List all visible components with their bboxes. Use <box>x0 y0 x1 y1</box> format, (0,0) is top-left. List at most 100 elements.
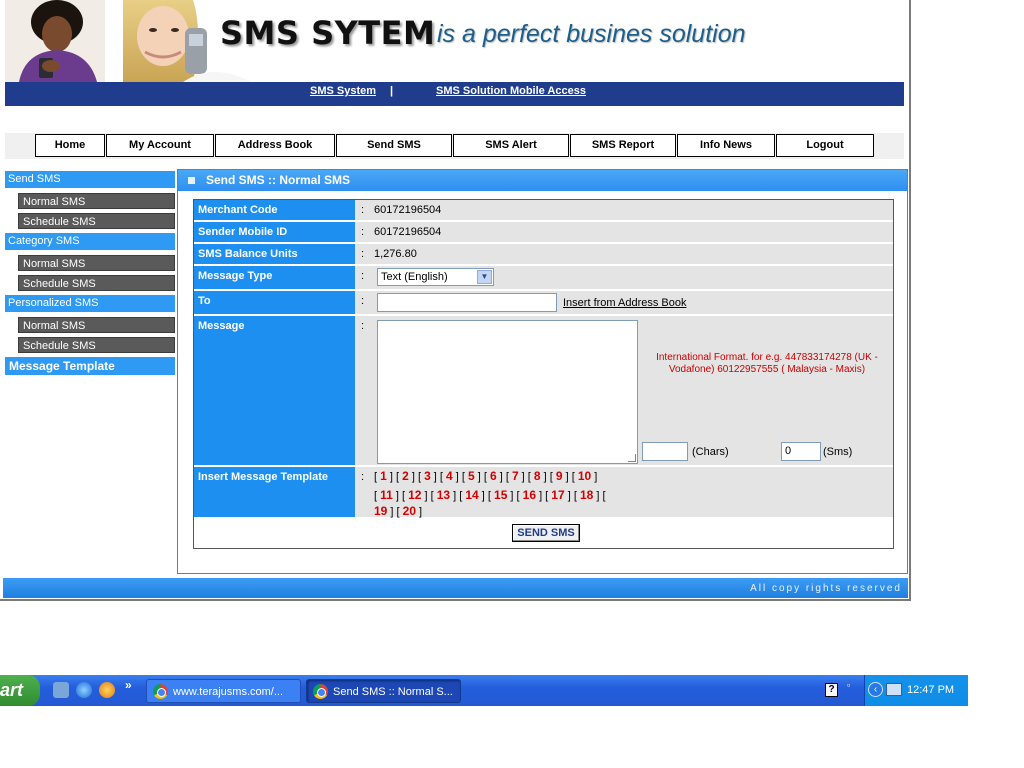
message-textarea[interactable] <box>377 320 638 464</box>
menu-info-news-button[interactable]: Info News <box>677 134 775 157</box>
colon: : <box>361 471 365 483</box>
sidebar-category-normal-sms[interactable]: Normal SMS <box>18 255 175 271</box>
template-link-18[interactable]: 18 <box>580 488 593 502</box>
quick-launch-chevron-icon[interactable]: » <box>125 678 132 692</box>
template-link-20[interactable]: 20 <box>403 504 416 518</box>
send-sms-form: Merchant Code : 60172196504 Sender Mobil… <box>193 199 894 549</box>
start-button[interactable]: art <box>0 675 40 706</box>
show-desktop-icon[interactable] <box>53 682 69 698</box>
row-merchant-code: Merchant Code : 60172196504 <box>194 200 893 221</box>
sms-label: (Sms) <box>823 446 853 458</box>
panel-title-text: Send SMS :: Normal SMS <box>206 173 351 187</box>
chars-count-input[interactable] <box>642 442 688 461</box>
site-banner: SMS SYTEM is a perfect busines solution <box>5 0 905 82</box>
sms-balance-label: SMS Balance Units <box>194 244 355 264</box>
chars-label: (Chars) <box>692 446 729 458</box>
network-icon[interactable] <box>886 683 902 696</box>
row-message-type: Message Type : Text (English) ▼ <box>194 266 893 290</box>
banner-photo-woman-phone <box>5 0 105 82</box>
merchant-code-value: 60172196504 <box>374 204 442 216</box>
send-sms-button[interactable]: SEND SMS <box>512 524 580 542</box>
template-link-16[interactable]: 16 <box>523 488 536 502</box>
sidebar-personalized-schedule-sms[interactable]: Schedule SMS <box>18 337 175 353</box>
template-link-10[interactable]: 10 <box>578 469 591 483</box>
template-link-17[interactable]: 17 <box>551 488 564 502</box>
sidebar-send-sms[interactable]: Send SMS <box>5 171 175 188</box>
top-link-sms-system[interactable]: SMS System <box>310 85 376 97</box>
insert-from-address-book-link[interactable]: Insert from Address Book <box>563 297 687 309</box>
tray-collapse-icon[interactable]: ‹ <box>868 682 883 697</box>
chrome-icon <box>313 684 328 699</box>
brand-tagline: is a perfect busines solution <box>437 20 746 48</box>
message-type-label: Message Type <box>194 266 355 289</box>
sender-mobile-id-value: 60172196504 <box>374 226 442 238</box>
sidebar-send-normal-sms[interactable]: Normal SMS <box>18 193 175 209</box>
template-link-6[interactable]: 6 <box>490 469 497 483</box>
to-input[interactable] <box>377 293 557 312</box>
template-link-3[interactable]: 3 <box>424 469 431 483</box>
template-link-14[interactable]: 14 <box>465 488 478 502</box>
sms-count-input[interactable]: 0 <box>781 442 821 461</box>
task-button-terajusms[interactable]: www.terajusms.com/... <box>146 679 301 703</box>
menu-sms-report-button[interactable]: SMS Report <box>570 134 676 157</box>
sidebar-message-template[interactable]: Message Template <box>5 357 175 375</box>
windows-taskbar: art » www.terajusms.com/... Send SMS :: … <box>0 675 968 706</box>
row-message: Message : International Format. for e.g.… <box>194 316 893 466</box>
row-insert-template: Insert Message Template : [ 1 ] [ 2 ] [ … <box>194 467 893 518</box>
menu-logout-button[interactable]: Logout <box>776 134 874 157</box>
colon: : <box>361 295 365 307</box>
media-player-icon[interactable] <box>99 682 115 698</box>
colon: : <box>361 248 365 260</box>
task-label-terajusms: www.terajusms.com/... <box>173 686 284 698</box>
colon: : <box>361 270 365 282</box>
sidebar-category-sms[interactable]: Category SMS <box>5 233 175 250</box>
colon: : <box>361 204 365 216</box>
template-link-5[interactable]: 5 <box>468 469 475 483</box>
help-icon[interactable]: ? <box>825 683 838 697</box>
task-button-send-sms[interactable]: Send SMS :: Normal S... <box>306 679 461 703</box>
sidebar-send-schedule-sms[interactable]: Schedule SMS <box>18 213 175 229</box>
template-link-7[interactable]: 7 <box>512 469 519 483</box>
brand-title: SMS SYTEM <box>220 14 436 52</box>
template-link-1[interactable]: 1 <box>380 469 387 483</box>
row-to: To : Insert from Address Book <box>194 291 893 315</box>
template-link-11[interactable]: 11 <box>380 488 393 502</box>
top-nav: SMS System | SMS Solution Mobile Access <box>5 82 904 106</box>
sidebar-category-schedule-sms[interactable]: Schedule SMS <box>18 275 175 291</box>
template-link-4[interactable]: 4 <box>446 469 453 483</box>
insert-template-label: Insert Message Template <box>194 467 355 517</box>
menu-address-book-button[interactable]: Address Book <box>215 134 335 157</box>
merchant-code-label: Merchant Code <box>194 200 355 220</box>
browser-page: SMS SYTEM is a perfect busines solution … <box>0 0 911 601</box>
template-link-19[interactable]: 19 <box>374 504 387 518</box>
row-sender-mobile-id: Sender Mobile ID : 60172196504 <box>194 222 893 243</box>
template-link-9[interactable]: 9 <box>556 469 563 483</box>
to-label: To <box>194 291 355 314</box>
panel-title: Send SMS :: Normal SMS <box>178 170 907 191</box>
language-bar-icon[interactable]: ▫ <box>847 680 856 694</box>
site-footer: All copy rights reserved <box>3 578 908 598</box>
task-label-send-sms: Send SMS :: Normal S... <box>333 686 453 698</box>
taskbar-clock: 12:47 PM <box>907 684 955 696</box>
message-type-select[interactable]: Text (English) ▼ <box>377 268 494 286</box>
template-link-13[interactable]: 13 <box>437 488 450 502</box>
resize-grip-icon[interactable] <box>628 454 636 462</box>
template-link-12[interactable]: 12 <box>408 488 421 502</box>
menu-sms-alert-button[interactable]: SMS Alert <box>453 134 569 157</box>
template-links: [ 1 ] [ 2 ] [ 3 ] [ 4 ] [ 5 ] [ 6 ] [ 7 … <box>374 469 606 518</box>
colon: : <box>361 226 365 238</box>
template-link-15[interactable]: 15 <box>494 488 507 502</box>
menu-my-account-button[interactable]: My Account <box>106 134 214 157</box>
chevron-down-icon[interactable]: ▼ <box>477 270 492 284</box>
template-link-2[interactable]: 2 <box>402 469 409 483</box>
chrome-icon <box>153 684 168 699</box>
internet-explorer-icon[interactable] <box>76 682 92 698</box>
main-menu: Home My Account Address Book Send SMS SM… <box>5 133 904 159</box>
template-link-8[interactable]: 8 <box>534 469 541 483</box>
sidebar-personalized-sms[interactable]: Personalized SMS <box>5 295 175 312</box>
sidebar-personalized-normal-sms[interactable]: Normal SMS <box>18 317 175 333</box>
top-link-mobile-access[interactable]: SMS Solution Mobile Access <box>436 85 586 97</box>
menu-send-sms-button[interactable]: Send SMS <box>336 134 452 157</box>
send-sms-panel: Send SMS :: Normal SMS Merchant Code : 6… <box>177 169 908 574</box>
menu-home-button[interactable]: Home <box>35 134 105 157</box>
